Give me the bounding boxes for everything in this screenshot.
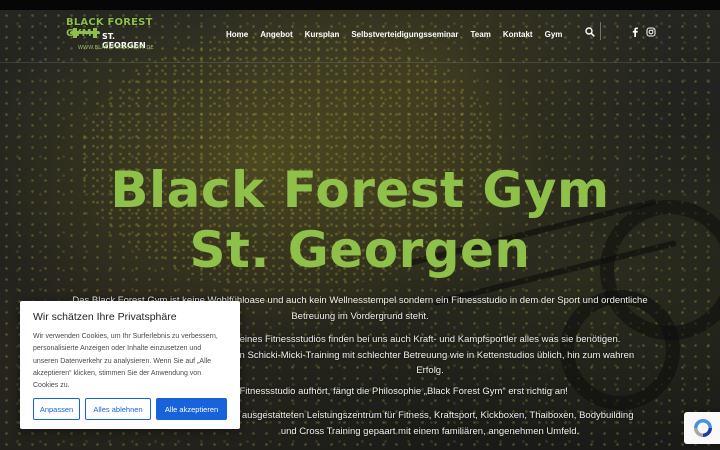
nav-item-selbstverteidigungsseminar[interactable]: Selbstverteidigungsseminar <box>351 30 458 39</box>
header-divider <box>0 62 720 63</box>
facebook-icon[interactable] <box>631 27 639 37</box>
nav-item-angebot[interactable]: Angebot <box>260 30 292 39</box>
intro-paragraph-2: eines Fitnessstudios finden bei uns auch… <box>210 332 650 379</box>
reject-all-button[interactable]: Alles ablehnen <box>85 398 151 420</box>
paragraph-line: und Cross Training gepaart mit einem fam… <box>280 425 580 437</box>
nav-item-home[interactable]: Home <box>226 30 248 39</box>
paragraph-line: dern Schicki-Micki-Training mit schlecht… <box>225 349 635 361</box>
hero-title-line2: St. Georgen <box>189 221 531 279</box>
site-header: BLACK FOREST GYM ST. GEORGEN WWW.BLACKFO… <box>0 10 720 60</box>
search-icon[interactable] <box>585 27 595 37</box>
site-logo[interactable]: BLACK FOREST GYM ST. GEORGEN WWW.BLACKFO… <box>66 16 158 54</box>
paragraph-line: Erfolg. <box>416 365 444 376</box>
intro-paragraph-4: nal ausgestatteten Leistungszentrum für … <box>210 408 650 439</box>
top-strip <box>0 0 720 10</box>
nav-item-team[interactable]: Team <box>471 30 491 39</box>
nav-item-kursplan[interactable]: Kursplan <box>305 30 340 39</box>
customize-button[interactable]: Anpassen <box>33 398 80 420</box>
recaptcha-icon <box>694 419 712 437</box>
cookie-title: Wir schätzen Ihre Privatsphäre <box>33 311 177 323</box>
main-nav: Home Angebot Kursplan Selbstverteidigung… <box>226 27 574 41</box>
cookie-description: Wir verwenden Cookies, um Ihr Surferlebn… <box>33 333 218 390</box>
hero-title: Black Forest Gym St. Georgen <box>60 160 660 280</box>
cookie-button-group: Anpassen Alles ablehnen Alle akzeptieren <box>33 398 227 420</box>
paragraph-line: eines Fitnessstudios finden bei uns auch… <box>239 334 621 345</box>
nav-item-gym[interactable]: Gym <box>545 30 563 39</box>
barbell-icon <box>70 28 100 43</box>
paragraph-line: nal ausgestatteten Leistungszentrum für … <box>226 410 634 421</box>
hero-title-line1: Black Forest Gym <box>110 161 610 219</box>
nav-divider <box>600 22 601 40</box>
paragraph-line: s Fitnessstudio aufhört, fängt die Philo… <box>232 386 568 397</box>
intro-paragraph-3: s Fitnessstudio aufhört, fängt die Philo… <box>230 384 570 400</box>
nav-item-kontakt[interactable]: Kontakt <box>503 30 533 39</box>
logo-url: WWW.BLACKFORESTGYM.DE <box>78 45 154 51</box>
accept-all-button[interactable]: Alle akzeptieren <box>156 398 227 420</box>
recaptcha-badge[interactable] <box>684 412 720 444</box>
instagram-icon[interactable] <box>646 27 656 37</box>
cookie-consent-banner: Wir schätzen Ihre Privatsphäre Wir verwe… <box>20 301 240 429</box>
